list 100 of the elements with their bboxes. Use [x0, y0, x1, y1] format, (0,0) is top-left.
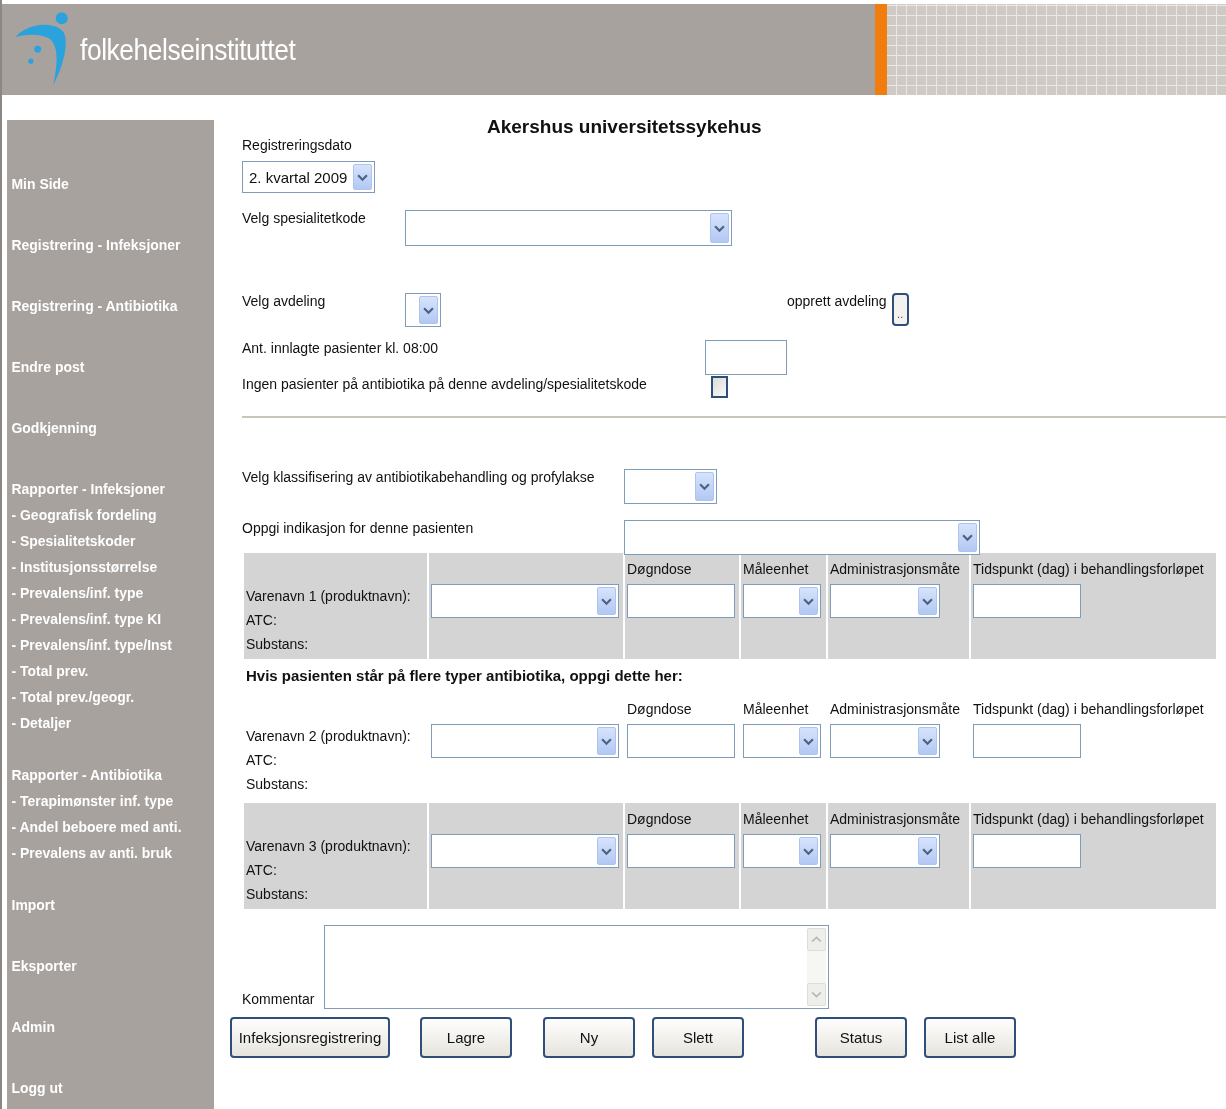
- product-dropdown[interactable]: [431, 834, 619, 868]
- column-header: Tidspunkt (dag) i behandlingsforløpet: [972, 560, 1204, 579]
- sidebar-item[interactable]: Godkjenning: [7, 415, 97, 441]
- field-label: Substans:: [245, 885, 310, 904]
- field-label: Velg avdeling: [242, 293, 327, 309]
- sidebar-subitem[interactable]: - Prevalens/inf. type KI: [7, 606, 162, 632]
- dose-field[interactable]: [627, 584, 735, 618]
- field-label: Kommentar: [242, 991, 316, 1007]
- field-label: Varenavn 1 (produktnavn):: [245, 587, 412, 606]
- date-dropdown[interactable]: 2. kvartal 2009: [242, 161, 375, 193]
- administration-dropdown[interactable]: [830, 724, 940, 758]
- dose-field[interactable]: [627, 834, 735, 868]
- scrollbar[interactable]: [807, 928, 826, 1006]
- field-label: ATC:: [245, 861, 278, 880]
- administration-dropdown[interactable]: [830, 584, 940, 618]
- sidebar-subitem[interactable]: - Andel beboere med anti.: [7, 814, 182, 840]
- sidebar-subitem[interactable]: - Institusjonsstørrelse: [7, 554, 158, 580]
- field-label: opprett avdeling: [787, 293, 887, 309]
- column-header: Tidspunkt (dag) i behandlingsforløpet: [972, 700, 1204, 719]
- sidebar-subitem[interactable]: - Terapimønster inf. type: [7, 788, 174, 814]
- column-header: Administrasjonsmåte: [829, 560, 960, 579]
- field-label: Velg klassifisering av antibiotikabehandling og profylakse: [242, 469, 596, 485]
- sidebar-subitem[interactable]: - Geografisk fordeling: [7, 502, 157, 528]
- product-dropdown[interactable]: [431, 724, 619, 758]
- chevron-icon: [803, 846, 814, 856]
- column-header: Måleenhet: [742, 560, 809, 579]
- patients-count-field[interactable]: [705, 340, 787, 375]
- field-label: Oppgi indikasjon for denne pasienten: [242, 520, 475, 536]
- sidebar-item[interactable]: Min Side: [7, 171, 69, 197]
- form-button[interactable]: Lagre: [420, 1017, 512, 1058]
- administration-dropdown[interactable]: [830, 834, 940, 868]
- field-label: Ant. innlagte pasienter kl. 08:00: [242, 340, 440, 356]
- column-header: Døgndose: [626, 700, 692, 719]
- column-header: Administrasjonsmåte: [829, 810, 960, 829]
- column-header: Måleenhet: [742, 810, 809, 829]
- sidebar-item[interactable]: Registrering - Antibiotika: [7, 293, 178, 319]
- comment-field[interactable]: [324, 925, 829, 1009]
- classification-dropdown[interactable]: [624, 469, 717, 504]
- sidebar-item[interactable]: Eksporter: [7, 953, 77, 979]
- unit-dropdown[interactable]: [743, 724, 821, 758]
- chevron-icon: [601, 736, 612, 746]
- day-field[interactable]: [973, 834, 1081, 868]
- sidebar-item[interactable]: Logg ut: [7, 1075, 63, 1101]
- form-button[interactable]: Infeksjonsregistrering: [230, 1017, 390, 1058]
- field-label: Registreringsdato: [242, 137, 352, 153]
- field-label: Varenavn 2 (produktnavn):: [245, 727, 412, 746]
- chevron-icon: [601, 846, 612, 856]
- chevron-icon: [922, 596, 933, 606]
- specialty-dropdown[interactable]: [405, 210, 732, 246]
- column-header: Tidspunkt (dag) i behandlingsforløpet: [972, 810, 1204, 829]
- chevron-icon: [962, 533, 973, 542]
- chevron-icon: [601, 596, 612, 606]
- form-button[interactable]: List alle: [924, 1017, 1016, 1058]
- sidebar-item[interactable]: Registrering - Infeksjoner: [7, 232, 181, 258]
- chevron-icon: [699, 482, 710, 491]
- chevron-icon: [922, 736, 933, 746]
- product-dropdown[interactable]: [431, 584, 619, 618]
- form-button[interactable]: Ny: [543, 1017, 635, 1058]
- field-label: ATC:: [245, 751, 278, 770]
- field-label: ATC:: [245, 611, 278, 630]
- form-button[interactable]: Status: [815, 1017, 907, 1058]
- sidebar-item[interactable]: Import: [7, 892, 55, 918]
- sidebar-subitem[interactable]: - Total prev./geogr.: [7, 684, 135, 710]
- sidebar-subitem[interactable]: - Prevalens/inf. type: [7, 580, 144, 606]
- sidebar-subitem[interactable]: - Detaljer: [7, 710, 72, 736]
- sidebar-subitem[interactable]: - Prevalens av anti. bruk: [7, 840, 172, 866]
- form-button[interactable]: Slett: [652, 1017, 744, 1058]
- column-header: Døgndose: [626, 810, 692, 829]
- indication-dropdown[interactable]: [624, 520, 980, 555]
- unit-dropdown[interactable]: [743, 834, 821, 868]
- checkbox-label: Ingen pasienter på antibiotika på denne avdeling/spesialitetskode: [242, 376, 648, 392]
- dose-field[interactable]: [627, 724, 735, 758]
- unit-dropdown[interactable]: [743, 584, 821, 618]
- chevron-icon: [803, 736, 814, 746]
- field-label: Substans:: [245, 775, 310, 794]
- day-field[interactable]: [973, 724, 1081, 758]
- column-header: Døgndose: [626, 560, 692, 579]
- chevron-icon: [357, 172, 368, 182]
- sidebar-subitem[interactable]: - Prevalens/inf. type/Inst: [7, 632, 172, 658]
- column-header: Måleenhet: [742, 700, 809, 719]
- sidebar-subitem[interactable]: - Total prev.: [7, 658, 89, 684]
- create-department-button[interactable]: ..: [891, 293, 909, 326]
- chevron-icon: [714, 223, 725, 233]
- chevron-icon: [922, 846, 933, 856]
- column-header: Administrasjonsmåte: [829, 700, 960, 719]
- sidebar-item[interactable]: Admin: [7, 1014, 55, 1040]
- instruction-text: Hvis pasienten står på flere typer antibiotika, oppgi dette her:: [245, 666, 684, 686]
- logo-text: folkehelseinstituttet: [80, 32, 296, 67]
- page-title: Akershus universitetssykehus: [487, 116, 762, 138]
- sidebar-item[interactable]: Endre post: [7, 354, 85, 380]
- checkbox[interactable]: [711, 376, 728, 398]
- sidebar-subitem[interactable]: - Spesialitetskoder: [7, 528, 136, 554]
- field-label: Velg spesialitetkode: [242, 210, 367, 226]
- day-field[interactable]: [973, 584, 1081, 618]
- sidebar-item[interactable]: Rapporter - Antibiotika: [7, 762, 163, 788]
- department-dropdown[interactable]: [405, 293, 441, 327]
- chevron-icon: [423, 305, 434, 315]
- field-label: Substans:: [245, 635, 310, 654]
- sidebar-item[interactable]: Rapporter - Infeksjoner: [7, 476, 165, 502]
- field-label: Varenavn 3 (produktnavn):: [245, 837, 412, 856]
